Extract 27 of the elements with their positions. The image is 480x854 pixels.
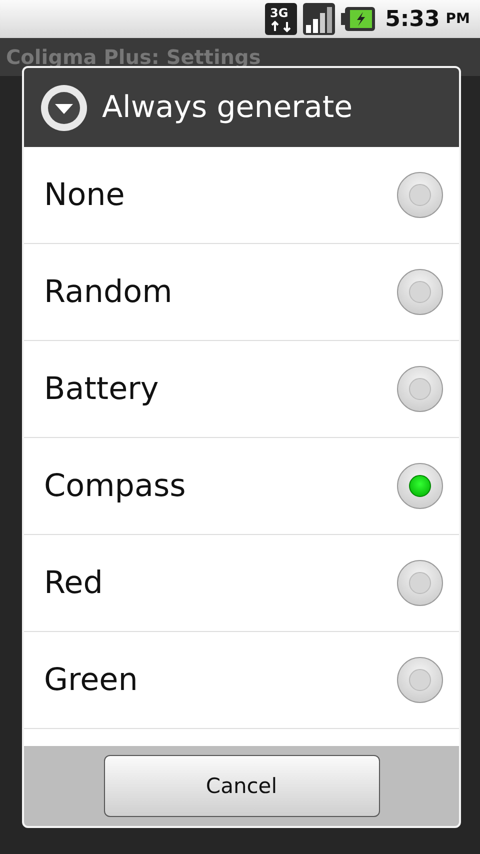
network-icon: 3G	[265, 3, 298, 35]
radio-button[interactable]	[397, 366, 443, 412]
option-label: Green	[44, 662, 138, 698]
clock-meridiem: PM	[446, 11, 470, 27]
option-label: Red	[44, 565, 103, 601]
option-row[interactable]: Battery	[24, 341, 459, 438]
dialog-title: Always generate	[102, 90, 353, 125]
option-row[interactable]: Green	[24, 632, 459, 729]
option-row[interactable]: None	[24, 147, 459, 244]
signal-icon	[303, 3, 336, 35]
cancel-button[interactable]: Cancel	[104, 755, 380, 817]
option-label: None	[44, 177, 125, 213]
option-label: Battery	[44, 371, 159, 407]
radio-button[interactable]	[397, 463, 443, 509]
option-row[interactable]: Red	[24, 535, 459, 632]
app-title: Coligma Plus: Settings	[6, 45, 261, 69]
radio-button[interactable]	[397, 269, 443, 315]
option-row[interactable]: Random	[24, 244, 459, 341]
battery-charging-icon	[341, 7, 376, 31]
option-row[interactable]: Compass	[24, 438, 459, 535]
clock-time: 5:33	[385, 6, 440, 32]
option-label: Random	[44, 274, 172, 310]
option-label: Compass	[44, 468, 186, 504]
dropdown-circle-icon	[40, 84, 88, 132]
radio-button[interactable]	[397, 657, 443, 703]
radio-button[interactable]	[397, 172, 443, 218]
radio-button[interactable]	[397, 560, 443, 606]
